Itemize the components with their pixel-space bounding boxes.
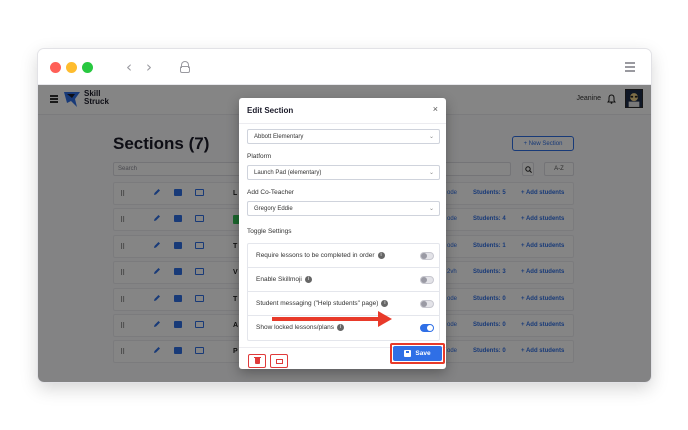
archive-section-button[interactable] xyxy=(270,354,288,368)
info-icon[interactable]: i xyxy=(377,252,385,259)
co-teacher-select-value: Gregory Eddie xyxy=(254,206,293,212)
platform-label: Platform xyxy=(247,153,272,160)
school-select[interactable]: Abbott Elementary ⌄ xyxy=(247,129,440,144)
info-icon[interactable]: i xyxy=(304,276,312,283)
lock-icon xyxy=(180,61,190,73)
browser-window: ‹ › Skill Struck Jeanine Sections (7) + … xyxy=(38,49,651,382)
archive-icon xyxy=(276,359,283,364)
divider xyxy=(239,123,446,124)
close-window-button[interactable] xyxy=(50,62,61,73)
co-teacher-select[interactable]: Gregory Eddie ⌄ xyxy=(247,201,440,216)
toggle-label: Enable Skillmoji xyxy=(256,276,302,284)
forward-button[interactable]: › xyxy=(146,58,152,76)
save-button[interactable]: Save xyxy=(393,346,442,361)
show-locked-toggle[interactable] xyxy=(420,324,434,332)
minimize-window-button[interactable] xyxy=(66,62,77,73)
co-teacher-label: Add Co-Teacher xyxy=(247,189,294,196)
settings-sliders-icon[interactable] xyxy=(625,61,635,72)
toggle-label: Student messaging ("Help students" page) xyxy=(256,300,379,308)
info-icon[interactable]: i xyxy=(381,300,389,307)
skillmoji-toggle[interactable] xyxy=(420,276,434,284)
chevron-down-icon: ⌄ xyxy=(428,170,434,176)
toggle-row-skillmoji: Enable Skillmoji i xyxy=(248,268,439,292)
toggle-settings-label: Toggle Settings xyxy=(247,228,292,235)
platform-select-value: Launch Pad (elementary) xyxy=(254,170,322,176)
chevron-down-icon: ⌄ xyxy=(428,134,434,140)
edit-section-modal: Edit Section × Abbott Elementary ⌄ Platf… xyxy=(239,98,446,369)
app-viewport: Skill Struck Jeanine Sections (7) + New … xyxy=(38,85,651,382)
toggle-settings-group: Require lessons to be completed in order… xyxy=(247,243,440,341)
toggle-label: Show locked lessons/plans xyxy=(256,324,335,332)
platform-select[interactable]: Launch Pad (elementary) ⌄ xyxy=(247,165,440,180)
delete-section-button[interactable] xyxy=(248,354,266,368)
maximize-window-button[interactable] xyxy=(82,62,93,73)
annotation-arrow-head xyxy=(378,311,392,327)
student-messaging-toggle[interactable] xyxy=(420,300,434,308)
toggle-label: Require lessons to be completed in order xyxy=(256,252,375,260)
browser-titlebar: ‹ › xyxy=(38,49,651,85)
save-button-label: Save xyxy=(415,350,431,357)
toggle-row-student-messaging: Student messaging ("Help students" page)… xyxy=(248,292,439,316)
info-icon[interactable]: i xyxy=(337,324,345,331)
save-icon xyxy=(404,350,412,357)
require-order-toggle[interactable] xyxy=(420,252,434,260)
toggle-row-require-order: Require lessons to be completed in order… xyxy=(248,244,439,268)
modal-title: Edit Section xyxy=(247,106,294,115)
chevron-down-icon: ⌄ xyxy=(428,206,434,212)
close-icon[interactable]: × xyxy=(433,104,438,114)
annotation-arrow xyxy=(272,317,384,321)
school-select-value: Abbott Elementary xyxy=(254,134,304,140)
back-button[interactable]: ‹ xyxy=(126,58,132,76)
